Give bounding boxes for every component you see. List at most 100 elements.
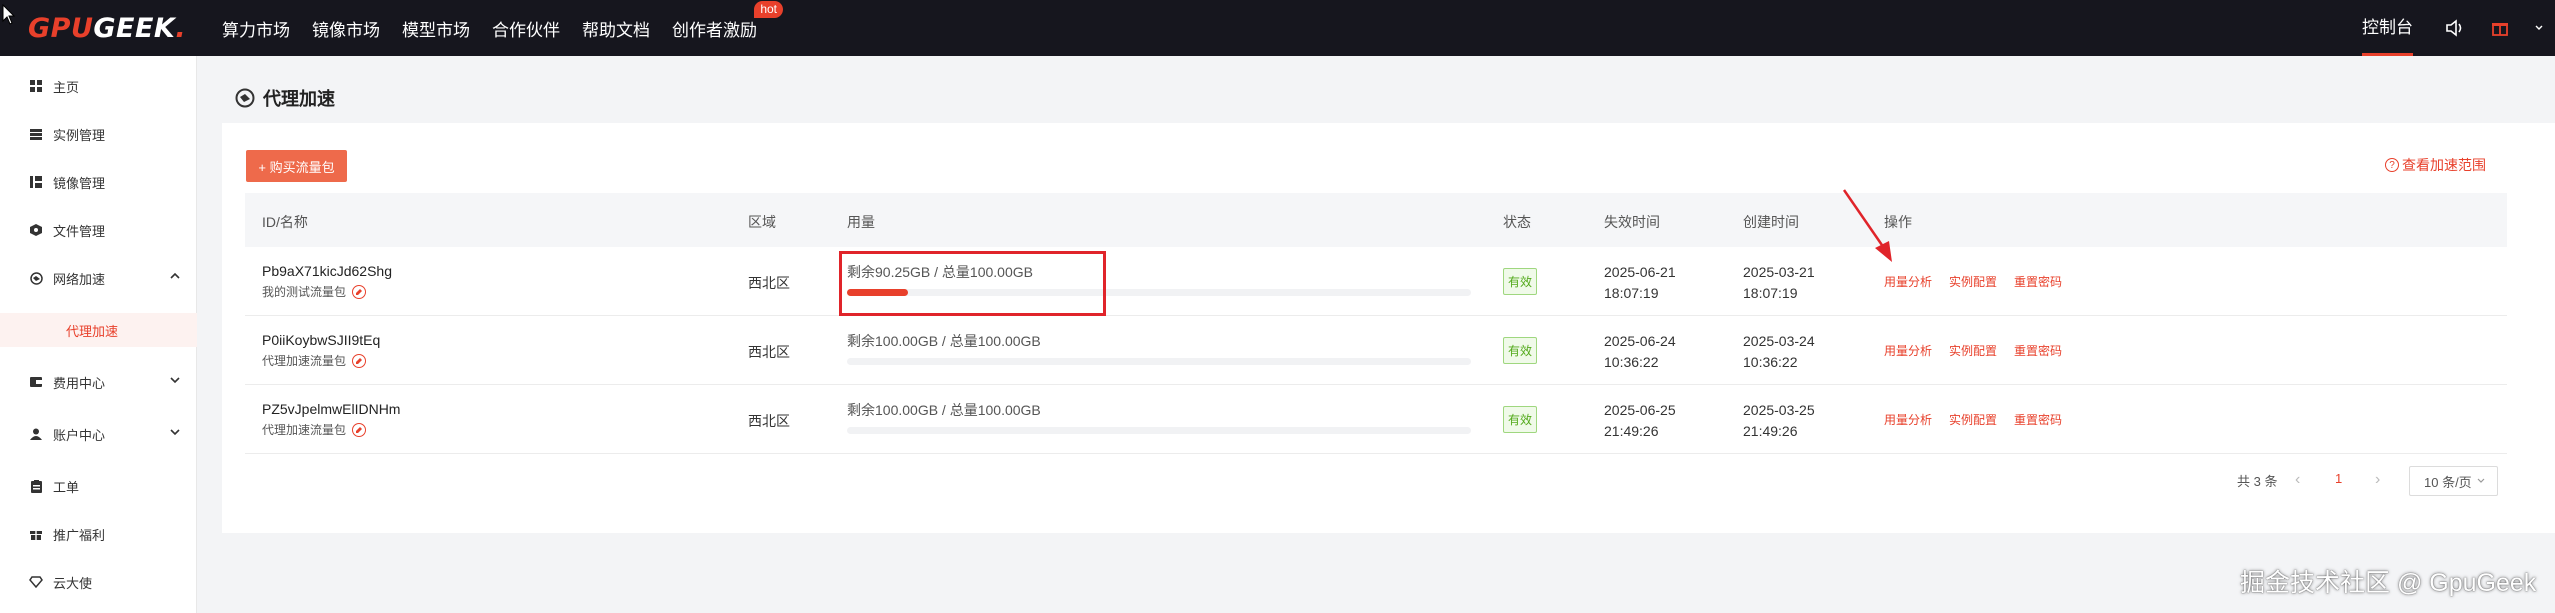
expire-time-cell: 2025-06-24 10:36:22 xyxy=(1604,331,1676,373)
edit-name-icon[interactable] xyxy=(352,284,367,299)
actions-cell: 用量分析 实例配置 重置密码 xyxy=(1884,411,2079,428)
usage-analysis-link[interactable]: 用量分析 xyxy=(1884,413,1932,427)
usage-analysis-link[interactable]: 用量分析 xyxy=(1884,344,1932,358)
usage-progress-track xyxy=(847,427,1471,434)
pagination-prev[interactable]: ‹ xyxy=(2295,471,2300,489)
region-cell: 西北区 xyxy=(748,344,790,360)
sidebar-item-images[interactable]: 镜像管理 xyxy=(0,170,197,194)
table-row: PZ5vJpelmwElIDNHm 代理加速流量包 西北区 剩余100.00GB… xyxy=(245,385,2507,454)
region-cell: 西北区 xyxy=(748,413,790,429)
pagination-next[interactable]: › xyxy=(2375,471,2380,489)
column-header-status: 状态 xyxy=(1503,214,1531,230)
nav-partners[interactable]: 合作伙伴 xyxy=(492,16,560,41)
reset-password-link[interactable]: 重置密码 xyxy=(2014,413,2062,427)
pagination-page-1[interactable]: 1 xyxy=(2335,471,2342,486)
user-icon xyxy=(29,427,43,441)
view-acceleration-range-label: 查看加速范围 xyxy=(2402,157,2486,173)
create-time-cell: 2025-03-24 10:36:22 xyxy=(1743,331,1815,373)
page-size-value: 10 条/页 xyxy=(2424,474,2472,490)
region-cell: 西北区 xyxy=(748,275,790,291)
watermark-text: 掘金技术社区 @ GpuGeek xyxy=(2240,569,2537,597)
instance-config-link[interactable]: 实例配置 xyxy=(1949,413,1997,427)
package-name: 我的测试流量包 xyxy=(262,283,392,300)
expire-date: 2025-06-24 xyxy=(1604,333,1676,349)
sidebar-item-ambassador[interactable]: 云大使 xyxy=(0,570,197,594)
expire-time-cell: 2025-06-25 21:49:26 xyxy=(1604,400,1676,442)
sidebar-item-network-acceleration[interactable]: 网络加速 xyxy=(0,266,197,290)
gift-icon xyxy=(29,527,43,541)
package-id: PZ5vJpelmwElIDNHm xyxy=(262,401,401,417)
annotation-arrow-icon xyxy=(1842,189,1892,262)
page-size-select[interactable]: 10 条/页 xyxy=(2409,466,2498,496)
sidebar-item-account[interactable]: 账户中心 xyxy=(0,422,197,446)
view-acceleration-range-link[interactable]: ? 查看加速范围 xyxy=(2385,155,2486,175)
nav-image-market[interactable]: 镜像市场 xyxy=(312,16,380,41)
package-name-text: 代理加速流量包 xyxy=(262,423,347,437)
usage-progress-track xyxy=(847,358,1471,365)
sidebar-item-instances[interactable]: 实例管理 xyxy=(0,122,197,146)
reset-password-link[interactable]: 重置密码 xyxy=(2014,344,2062,358)
edit-name-icon[interactable] xyxy=(352,353,367,368)
sidebar-item-billing[interactable]: 费用中心 xyxy=(0,370,197,394)
table-row: P0iiKoybwSJII9tEq 代理加速流量包 西北区 剩余100.00GB… xyxy=(245,316,2507,385)
folder-icon xyxy=(29,223,43,237)
create-clock: 21:49:26 xyxy=(1743,423,1798,439)
chevron-down-icon xyxy=(170,377,180,384)
sidebar-item-files[interactable]: 文件管理 xyxy=(0,218,197,242)
sidebar-item-label: 镜像管理 xyxy=(53,175,106,191)
gift-icon[interactable] xyxy=(2491,19,2509,37)
top-navigation-bar: GPUGEEK. 算力市场 镜像市场 模型市场 合作伙伴 帮助文档 创作者激励 … xyxy=(0,0,2555,56)
usage-analysis-link[interactable]: 用量分析 xyxy=(1884,275,1932,289)
column-header-create-time: 创建时间 xyxy=(1743,214,1799,230)
status-cell: 有效 xyxy=(1503,406,1538,433)
main-menu: 算力市场 镜像市场 模型市场 合作伙伴 帮助文档 创作者激励 hot xyxy=(222,0,783,56)
usage-highlight-annotation xyxy=(839,251,1106,316)
sidebar-item-label: 账户中心 xyxy=(53,427,106,443)
user-dropdown-icon[interactable] xyxy=(2535,25,2543,31)
create-clock: 10:36:22 xyxy=(1743,354,1798,370)
package-name-text: 我的测试流量包 xyxy=(262,285,347,299)
chevron-down-icon xyxy=(2477,478,2485,483)
nav-model-market[interactable]: 模型市场 xyxy=(402,16,470,41)
actions-cell: 用量分析 实例配置 重置密码 xyxy=(1884,273,2079,290)
nav-creator-incentive[interactable]: 创作者激励 hot xyxy=(672,0,783,41)
sidebar-item-home[interactable]: 主页 xyxy=(0,74,197,98)
sidebar-item-label: 文件管理 xyxy=(53,223,106,239)
instance-config-link[interactable]: 实例配置 xyxy=(1949,275,1997,289)
console-tab[interactable]: 控制台 xyxy=(2362,0,2413,56)
diamond-icon xyxy=(29,575,43,589)
id-name-cell: P0iiKoybwSJII9tEq 代理加速流量包 xyxy=(262,332,380,369)
table-row: Pb9aX71kicJd62Shg 我的测试流量包 西北区 剩余90.25GB … xyxy=(245,247,2507,316)
create-time-cell: 2025-03-25 21:49:26 xyxy=(1743,400,1815,442)
top-right-tools: 控制台 xyxy=(2362,0,2555,56)
list-icon xyxy=(29,127,43,141)
column-header-id-name: ID/名称 xyxy=(262,214,308,230)
speaker-icon[interactable] xyxy=(2445,19,2465,37)
package-name: 代理加速流量包 xyxy=(262,421,400,438)
buy-traffic-package-button[interactable]: + 购买流量包 xyxy=(246,150,347,182)
gpugeek-logo[interactable]: GPUGEEK. xyxy=(28,13,186,44)
nav-help-docs[interactable]: 帮助文档 xyxy=(582,16,650,41)
pagination-total: 共 3 条 xyxy=(2237,474,2278,489)
instance-config-link[interactable]: 实例配置 xyxy=(1949,344,1997,358)
ticket-icon xyxy=(29,479,43,493)
status-badge: 有效 xyxy=(1503,268,1538,295)
create-date: 2025-03-24 xyxy=(1743,333,1815,349)
sidebar-subitem-proxy-acceleration[interactable]: 代理加速 xyxy=(0,313,197,347)
nav-compute-market[interactable]: 算力市场 xyxy=(222,16,290,41)
hot-badge: hot xyxy=(754,0,783,18)
sidebar: 主页 实例管理 镜像管理 文件管理 网络加速 代理加速 费用中心 账户中心 工单… xyxy=(0,56,197,613)
package-name-text: 代理加速流量包 xyxy=(262,354,347,368)
expire-time-cell: 2025-06-21 18:07:19 xyxy=(1604,262,1676,304)
sidebar-item-tickets[interactable]: 工单 xyxy=(0,474,197,498)
expire-clock: 18:07:19 xyxy=(1604,285,1659,301)
reset-password-link[interactable]: 重置密码 xyxy=(2014,275,2062,289)
usage-cell: 剩余100.00GB / 总量100.00GB xyxy=(847,331,1471,365)
edit-name-icon[interactable] xyxy=(352,422,367,437)
column-header-usage: 用量 xyxy=(847,214,875,230)
sidebar-item-label: 主页 xyxy=(53,79,80,95)
column-header-expire-time: 失效时间 xyxy=(1604,214,1660,230)
nav-creator-incentive-label: 创作者激励 xyxy=(672,20,757,40)
package-id: P0iiKoybwSJII9tEq xyxy=(262,332,381,348)
sidebar-item-referral[interactable]: 推广福利 xyxy=(0,522,197,546)
